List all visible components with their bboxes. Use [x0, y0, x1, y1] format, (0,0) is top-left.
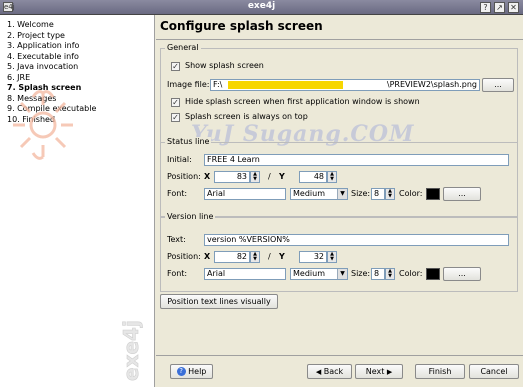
window-title: exe4j: [247, 1, 276, 11]
status-color-button[interactable]: ...: [443, 187, 481, 201]
version-x-spinner[interactable]: ▲ ▼: [250, 251, 260, 263]
position-visually-button[interactable]: Position text lines visually: [160, 294, 278, 309]
version-weight-select[interactable]: Medium ▼: [290, 268, 348, 280]
status-y-input[interactable]: 48: [299, 171, 327, 183]
status-position-slash: /: [268, 172, 271, 181]
status-weight-select[interactable]: Medium ▼: [290, 188, 348, 200]
help-circle-icon: ?: [176, 367, 186, 376]
next-arrow-icon: ▶: [386, 368, 393, 376]
version-text-label: Text:: [167, 235, 186, 244]
sun-watermark-icon: [13, 90, 73, 160]
status-x-label: X: [204, 172, 211, 181]
header-divider: [156, 39, 523, 40]
image-path-suffix: \PREVIEW2\splash.png: [386, 80, 477, 89]
status-x-spinner[interactable]: ▲ ▼: [250, 171, 260, 183]
main-panel: Configure splash screen General ✓ Show s…: [156, 15, 523, 387]
show-splash-checkbox[interactable]: ✓: [171, 62, 180, 71]
version-size-label: Size:: [351, 269, 371, 278]
status-size-spinner[interactable]: ▲ ▼: [385, 188, 395, 200]
version-position-slash: /: [268, 252, 271, 261]
status-color-swatch: [426, 188, 440, 200]
initial-input[interactable]: FREE 4 Learn: [204, 154, 509, 166]
version-x-label: X: [204, 252, 211, 261]
status-font-input[interactable]: Arial: [204, 188, 286, 200]
svg-text:exe4j: exe4j: [119, 320, 143, 381]
cancel-button[interactable]: Cancel: [469, 364, 519, 379]
step-executable-info[interactable]: 4. Executable info: [7, 52, 96, 63]
next-label: Next: [365, 367, 385, 376]
status-weight-value: Medium: [293, 189, 325, 198]
version-line-legend: Version line: [165, 212, 216, 221]
general-group: General ✓ Show splash screen Image file:…: [160, 43, 518, 143]
footer-divider: [156, 355, 523, 356]
help-button[interactable]: ? Help: [170, 364, 213, 379]
version-color-swatch: [426, 268, 440, 280]
status-y-label: Y: [279, 172, 285, 181]
status-position-label: Position:: [167, 172, 201, 181]
status-font-label: Font:: [167, 189, 188, 198]
always-on-top-label: Splash screen is always on top: [185, 112, 308, 121]
always-on-top-checkbox[interactable]: ✓: [171, 113, 180, 122]
step-project-type[interactable]: 2. Project type: [7, 31, 96, 42]
version-color-label: Color:: [399, 269, 423, 278]
step-java-invocation[interactable]: 5. Java invocation: [7, 62, 96, 73]
back-arrow-icon: ◀: [315, 368, 322, 376]
hide-splash-checkbox[interactable]: ✓: [171, 98, 180, 107]
image-file-input[interactable]: F:\ \PREVIEW2\splash.png: [210, 79, 480, 91]
image-browse-button[interactable]: ...: [482, 78, 514, 92]
version-y-input[interactable]: 32: [299, 251, 327, 263]
window-titlebar: e4j exe4j ? ↗ ✕: [0, 0, 523, 15]
version-font-label: Font:: [167, 269, 188, 278]
image-path-prefix: F:\: [213, 80, 223, 89]
step-application-info[interactable]: 3. Application info: [7, 41, 96, 52]
help-icon[interactable]: ?: [480, 2, 491, 13]
next-button[interactable]: Next ▶: [355, 364, 403, 379]
version-text-input[interactable]: version %VERSION%: [204, 234, 509, 246]
version-y-spinner[interactable]: ▲ ▼: [327, 251, 337, 263]
version-size-input[interactable]: 8: [371, 268, 385, 280]
hide-splash-label: Hide splash screen when first applicatio…: [185, 97, 420, 106]
initial-label: Initial:: [167, 155, 192, 164]
step-welcome[interactable]: 1. Welcome: [7, 20, 96, 31]
status-line-legend: Status line: [165, 137, 212, 146]
version-weight-value: Medium: [293, 269, 325, 278]
show-splash-label: Show splash screen: [185, 61, 264, 70]
status-color-label: Color:: [399, 189, 423, 198]
back-button[interactable]: ◀ Back: [307, 364, 352, 379]
page-title: Configure splash screen: [160, 19, 323, 33]
status-y-spinner[interactable]: ▲ ▼: [327, 171, 337, 183]
version-font-input[interactable]: Arial: [204, 268, 286, 280]
redaction-highlight: [228, 81, 343, 89]
version-position-label: Position:: [167, 252, 201, 261]
version-line-group: Version line Text: version %VERSION% Pos…: [160, 212, 518, 292]
general-legend: General: [165, 43, 201, 52]
close-icon[interactable]: ✕: [508, 2, 519, 13]
version-y-label: Y: [279, 252, 285, 261]
chevron-down-icon: ▼: [337, 189, 347, 199]
step-jre[interactable]: 6. JRE: [7, 73, 96, 84]
version-size-spinner[interactable]: ▲ ▼: [385, 268, 395, 280]
version-color-button[interactable]: ...: [443, 267, 481, 281]
status-x-input[interactable]: 83: [214, 171, 250, 183]
back-label: Back: [323, 367, 344, 376]
image-file-label: Image file:: [167, 80, 210, 89]
maximize-icon[interactable]: ↗: [494, 2, 505, 13]
exe4j-brand-logo: exe4j: [119, 320, 144, 381]
status-size-label: Size:: [351, 189, 371, 198]
help-label: Help: [188, 367, 207, 376]
chevron-down-icon: ▼: [337, 269, 347, 279]
finish-button[interactable]: Finish: [415, 364, 465, 379]
status-line-group: Status line Initial: FREE 4 Learn Positi…: [160, 137, 518, 217]
version-x-input[interactable]: 82: [214, 251, 250, 263]
sidebar: 1. Welcome 2. Project type 3. Applicatio…: [0, 15, 155, 387]
status-size-input[interactable]: 8: [371, 188, 385, 200]
